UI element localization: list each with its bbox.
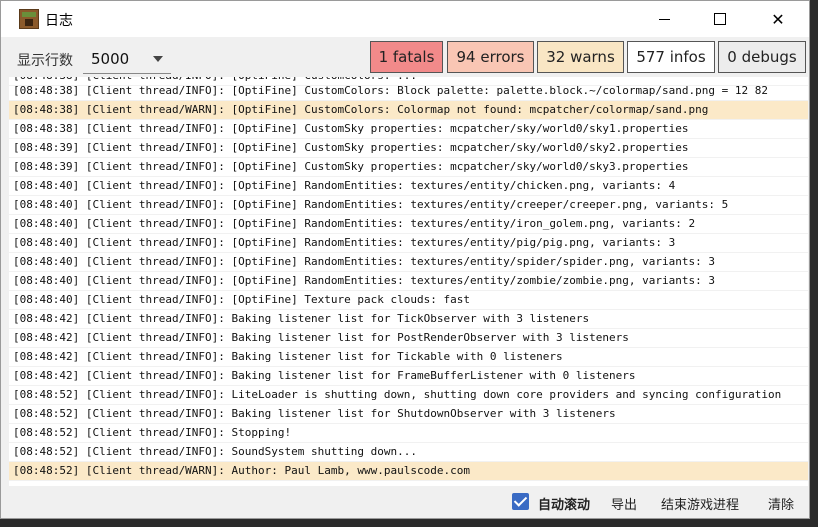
- errors-filter-button[interactable]: 94 errors: [447, 41, 534, 73]
- infos-filter-button[interactable]: 577 infos: [627, 41, 715, 73]
- chevron-down-icon: [153, 56, 163, 62]
- clear-button[interactable]: 清除: [768, 494, 794, 513]
- debugs-filter-button[interactable]: 0 debugs: [718, 41, 806, 73]
- close-button[interactable]: ✕: [755, 1, 801, 37]
- maximize-button[interactable]: [697, 1, 743, 37]
- warns-filter-button[interactable]: 32 warns: [537, 41, 624, 73]
- minimize-icon: [658, 18, 670, 20]
- log-row[interactable]: [08:48:42] [Client thread/INFO]: Baking …: [9, 367, 808, 386]
- minecraft-grass-block-icon: [19, 9, 39, 29]
- log-row[interactable]: [08:48:52] [Client thread/INFO]: Baking …: [9, 405, 808, 424]
- background-editor-strip: [809, 0, 818, 527]
- log-row[interactable]: [08:48:52] [Client thread/INFO]: LiteLoa…: [9, 386, 808, 405]
- log-row[interactable]: [08:48:38] [Client thread/INFO]: [OptiFi…: [9, 120, 808, 139]
- log-row-warn[interactable]: [08:48:52] [Client thread/WARN]: Author:…: [9, 462, 808, 481]
- footer: 自动滚动 导出 结束游戏进程 清除: [1, 486, 809, 519]
- lines-label: 显示行数: [17, 53, 73, 69]
- log-row[interactable]: [08:48:42] [Client thread/INFO]: Baking …: [9, 329, 808, 348]
- fatals-filter-button[interactable]: 1 fatals: [370, 41, 443, 73]
- autoscroll-checkbox[interactable]: [512, 493, 529, 510]
- log-row[interactable]: [08:48:39] [Client thread/INFO]: [OptiFi…: [9, 139, 808, 158]
- log-row[interactable]: [08:48:39] [Client thread/INFO]: [OptiFi…: [9, 158, 808, 177]
- log-row[interactable]: [08:48:40] [Client thread/INFO]: [OptiFi…: [9, 234, 808, 253]
- log-row[interactable]: [08:48:52] [Client thread/INFO]: Stoppin…: [9, 424, 808, 443]
- log-row[interactable]: [08:48:40] [Client thread/INFO]: [OptiFi…: [9, 177, 808, 196]
- lines-count-value: 5000: [91, 50, 130, 68]
- title-bar: 日志 ✕: [1, 1, 809, 37]
- background-editor-bottom: [0, 519, 818, 527]
- maximize-icon: [714, 13, 726, 25]
- toolbar: 显示行数 5000 1 fatals 94 errors 32 warns 57…: [1, 37, 809, 77]
- end-game-process-button[interactable]: 结束游戏进程: [661, 494, 739, 513]
- window-title: 日志: [45, 13, 73, 29]
- log-row[interactable]: [08:48:42] [Client thread/INFO]: Baking …: [9, 310, 808, 329]
- log-row-warn[interactable]: [08:48:38] [Client thread/WARN]: [OptiFi…: [9, 101, 808, 120]
- autoscroll-label[interactable]: 自动滚动: [538, 494, 590, 513]
- log-row[interactable]: [08:48:38] [Client thread/INFO]: [OptiFi…: [9, 82, 808, 101]
- log-row[interactable]: [08:48:40] [Client thread/INFO]: [OptiFi…: [9, 196, 808, 215]
- minimize-button[interactable]: [641, 1, 687, 37]
- export-button[interactable]: 导出: [611, 494, 637, 513]
- log-row[interactable]: [08:48:40] [Client thread/INFO]: [OptiFi…: [9, 291, 808, 310]
- log-row[interactable]: [08:48:40] [Client thread/INFO]: [OptiFi…: [9, 253, 808, 272]
- log-row[interactable]: [08:48:42] [Client thread/INFO]: Baking …: [9, 348, 808, 367]
- log-row[interactable]: [08:48:52] [Client thread/INFO]: SoundSy…: [9, 443, 808, 462]
- close-icon: ✕: [771, 9, 785, 29]
- log-list[interactable]: [08:48:38] [Client thread/INFO]: [OptiFi…: [9, 77, 808, 486]
- log-window: 日志 ✕ 显示行数 5000 1 fatals 94 errors 32 war…: [0, 0, 810, 519]
- log-row[interactable]: [08:48:40] [Client thread/INFO]: [OptiFi…: [9, 272, 808, 291]
- lines-count-select[interactable]: 5000: [83, 43, 171, 74]
- log-row[interactable]: [08:48:40] [Client thread/INFO]: [OptiFi…: [9, 215, 808, 234]
